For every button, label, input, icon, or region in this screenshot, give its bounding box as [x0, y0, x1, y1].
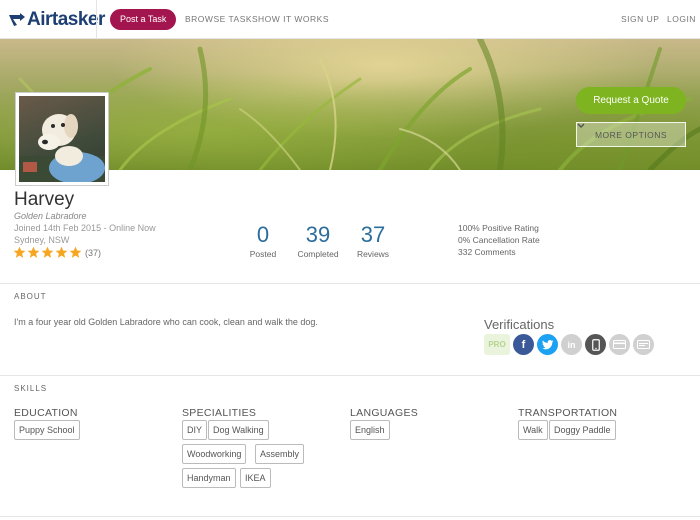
login-link[interactable]: LOGIN [667, 14, 696, 24]
stat-posted-label: Posted [249, 249, 277, 259]
chevron-down-icon [577, 123, 585, 129]
review-count[interactable]: (37) [85, 248, 101, 258]
logo-text: Airtasker [27, 9, 105, 30]
post-task-button[interactable]: Post a Task [110, 9, 177, 30]
profile-tagline: Golden Labradore [14, 211, 87, 221]
star-icon [13, 246, 26, 258]
skill-chip: English [350, 420, 390, 440]
dog-photo-illustration [19, 114, 105, 182]
stat-posted-value: 0 [256, 222, 270, 247]
section-divider [0, 375, 700, 376]
skill-chip: Assembly [255, 444, 305, 464]
transportation-heading: TRANSPORTATION [518, 407, 618, 419]
stat-completed: 39 Completed [291, 222, 345, 259]
credit-card-icon[interactable] [609, 334, 630, 355]
skill-chip: Doggy Paddle [549, 420, 616, 440]
profile-location: Sydney, NSW [14, 235, 70, 245]
browse-tasks-link[interactable]: BROWSE TASKS [185, 14, 258, 24]
about-heading: ABOUT [14, 292, 47, 301]
stat-reviews-value: 37 [360, 222, 386, 247]
verification-badges: PRO f in [484, 334, 654, 355]
languages-heading: LANGUAGES [350, 407, 419, 419]
top-navigation: Airtasker Post a Task BROWSE TASKS HOW I… [0, 0, 700, 39]
verifications-title: Verifications [484, 317, 555, 332]
skills-heading: SKILLS [14, 384, 48, 393]
logo-arrow-icon [9, 13, 25, 26]
request-quote-button[interactable]: Request a Quote [576, 87, 686, 114]
star-icon [41, 246, 54, 258]
id-card-icon[interactable] [633, 334, 654, 355]
skill-chip: Woodworking [182, 444, 247, 464]
twitter-icon[interactable] [537, 334, 558, 355]
pro-badge[interactable]: PRO [484, 334, 510, 355]
skill-chip: IKEA [240, 468, 271, 488]
sign-up-link[interactable]: SIGN UP [621, 14, 659, 24]
profile-avatar[interactable] [15, 92, 109, 186]
skill-chip: Handyman [182, 468, 236, 488]
stat-completed-label: Completed [297, 249, 339, 259]
stat-reviews-label: Reviews [356, 249, 390, 259]
about-text: I'm a four year old Golden Labradore who… [14, 317, 318, 327]
more-options-label: MORE OPTIONS [594, 129, 668, 140]
airtasker-logo[interactable]: Airtasker [8, 9, 105, 30]
skill-chip: Puppy School [14, 420, 80, 440]
specialities-heading: SPECIALITIES [182, 407, 257, 419]
star-icon [27, 246, 40, 258]
education-heading: EDUCATION [14, 407, 78, 419]
profile-name: Harvey [14, 189, 75, 210]
comments-count[interactable]: 332 Comments [458, 247, 516, 257]
positive-rating: 100% Positive Rating [458, 223, 539, 233]
more-options-button[interactable]: MORE OPTIONS [576, 122, 686, 147]
stat-reviews[interactable]: 37 Reviews [350, 222, 396, 259]
skill-chip: Walk [518, 420, 548, 440]
mobile-icon[interactable] [585, 334, 606, 355]
star-icon [69, 246, 82, 258]
skill-chip: Dog Walking [208, 420, 269, 440]
how-it-works-link[interactable]: HOW IT WORKS [258, 14, 329, 24]
skill-chip: DIY [182, 420, 208, 440]
stat-completed-value: 39 [305, 222, 331, 247]
stat-posted: 0 Posted [243, 222, 283, 259]
section-divider [0, 516, 700, 517]
star-icon [55, 246, 68, 258]
facebook-icon[interactable]: f [513, 334, 534, 355]
section-divider [0, 283, 700, 284]
star-rating: (37) [13, 246, 101, 259]
cancellation-rate: 0% Cancellation Rate [458, 235, 540, 245]
linkedin-icon[interactable]: in [561, 334, 582, 355]
nav-divider [96, 0, 97, 39]
avatar-photo [19, 96, 105, 182]
profile-joined: Joined 14th Feb 2015 - Online Now [14, 223, 156, 233]
